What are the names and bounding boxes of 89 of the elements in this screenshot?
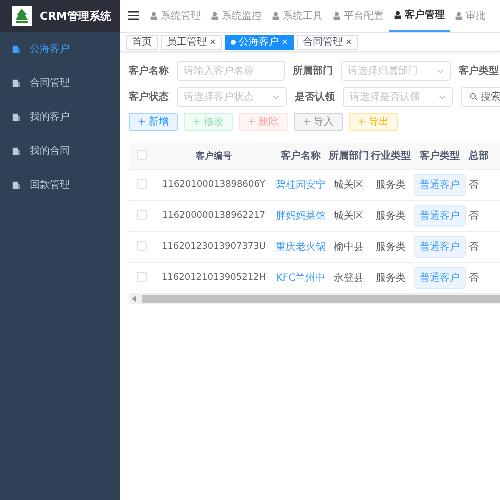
column-header: 客户类型 bbox=[419, 149, 461, 163]
input-field[interactable]: 请输入客户名称 bbox=[177, 61, 285, 81]
customer-link[interactable]: 碧桂园安宁 bbox=[273, 178, 329, 192]
action-icon bbox=[193, 118, 201, 126]
input-field[interactable]: 请选择是否认领 bbox=[343, 87, 453, 107]
type-tag: 普通客户 bbox=[414, 205, 466, 227]
field-label: 所属部门 bbox=[293, 64, 333, 78]
table-cell-text: 城关区 bbox=[333, 210, 365, 223]
column-header: 总部 bbox=[468, 150, 490, 163]
menu-item-icon bbox=[12, 112, 21, 122]
checkbox[interactable] bbox=[137, 240, 147, 250]
table-cell-text: 服务类 bbox=[375, 272, 407, 285]
action-icon bbox=[303, 118, 311, 126]
sidebar-item[interactable]: 合同管理 bbox=[0, 66, 120, 100]
type-tag: 普通客户 bbox=[414, 267, 466, 289]
caret-icon bbox=[273, 94, 280, 100]
page-tab[interactable]: 合同管理 bbox=[297, 34, 358, 50]
sidebar-item[interactable]: 回款管理 bbox=[0, 168, 120, 202]
checkbox[interactable] bbox=[137, 178, 147, 188]
menu-item-icon bbox=[12, 146, 21, 156]
caret-icon bbox=[439, 94, 446, 100]
page-tab[interactable]: 员工管理 bbox=[161, 34, 222, 50]
column-header: 所属部门 bbox=[329, 149, 369, 163]
table-cell-text: 城关区 bbox=[333, 178, 365, 192]
table-cell-text: 否 bbox=[468, 272, 480, 285]
search-icon bbox=[470, 93, 478, 101]
customer-link[interactable]: KFC兰州中 bbox=[273, 271, 329, 285]
nav-tab[interactable]: 审批 bbox=[450, 0, 491, 32]
checkbox[interactable] bbox=[137, 210, 147, 220]
close-icon[interactable] bbox=[210, 39, 216, 45]
scrollbar[interactable] bbox=[129, 294, 500, 304]
menu-icon[interactable] bbox=[128, 11, 139, 21]
column-header: 客户编号 bbox=[195, 150, 233, 162]
table-cell-text: 否 bbox=[468, 210, 480, 223]
menu-item-icon bbox=[12, 78, 21, 88]
table-cell-text: 服务类 bbox=[375, 240, 407, 254]
nav-icon bbox=[333, 12, 341, 20]
action-button[interactable]: 导出 bbox=[349, 113, 398, 131]
nav-icon bbox=[272, 12, 280, 20]
table-cell-text: 否 bbox=[468, 241, 480, 254]
sidebar-item[interactable]: 我的客户 bbox=[0, 100, 120, 134]
table-cell-text: 116200000138962217 bbox=[161, 211, 267, 221]
nav-tab[interactable]: 平台配置 bbox=[328, 0, 389, 32]
page-tab[interactable]: 公海客户 bbox=[225, 34, 294, 50]
customer-link[interactable]: 胖妈妈菜馆 bbox=[273, 209, 329, 223]
type-tag: 普通客户 bbox=[414, 174, 466, 196]
action-button[interactable]: 导入 bbox=[294, 113, 343, 131]
type-tag: 普通客户 bbox=[414, 236, 466, 258]
nav-icon bbox=[211, 12, 219, 20]
table-cell-text: 11620123013907373U bbox=[161, 242, 267, 252]
table-cell-text: 永登县 bbox=[333, 272, 365, 285]
table-cell-text: 服务类 bbox=[375, 210, 407, 223]
action-icon bbox=[138, 118, 146, 126]
table-cell-text: 11620100013898606Y bbox=[162, 180, 266, 190]
app-title: CRM管理系统 bbox=[40, 8, 112, 24]
field-label: 是否认领 bbox=[295, 90, 335, 104]
field-label: 客户名称 bbox=[129, 64, 169, 78]
logo-icon bbox=[12, 6, 32, 26]
scroll-arrow-icon[interactable] bbox=[132, 296, 136, 302]
checkbox[interactable] bbox=[137, 150, 147, 160]
action-icon bbox=[358, 118, 366, 126]
nav-tab[interactable]: 系统工具 bbox=[267, 0, 328, 32]
input-field[interactable]: 请选择客户状态 bbox=[177, 87, 287, 107]
menu-item-icon bbox=[12, 180, 21, 190]
column-header: 行业类型 bbox=[370, 150, 412, 163]
nav-icon bbox=[394, 11, 402, 19]
input-field[interactable]: 请选择归属部门 bbox=[341, 61, 451, 81]
page-tab[interactable]: 首页 bbox=[126, 34, 158, 50]
caret-icon bbox=[437, 68, 444, 74]
table-cell-text: 11620121013905212H bbox=[160, 273, 268, 283]
customer-link[interactable]: 重庆老火锅 bbox=[273, 240, 329, 254]
nav-tab[interactable]: 客户管理 bbox=[389, 0, 450, 32]
field-label: 客户状态 bbox=[129, 90, 169, 104]
sidebar-item[interactable]: 我的合同 bbox=[0, 134, 120, 168]
table-cell-text: 榆中县 bbox=[333, 240, 365, 254]
action-icon bbox=[248, 118, 256, 126]
action-button[interactable]: 新增 bbox=[129, 113, 178, 131]
nav-tab[interactable]: 系统监控 bbox=[206, 0, 267, 32]
column-header: 客户名称 bbox=[280, 149, 322, 163]
nav-icon bbox=[150, 12, 158, 20]
nav-tab[interactable]: 系统管理 bbox=[145, 0, 206, 32]
table-cell-text: 服务类 bbox=[375, 178, 407, 192]
sidebar-item[interactable]: 公海客户 bbox=[0, 32, 120, 66]
close-icon[interactable] bbox=[346, 39, 352, 45]
nav-icon bbox=[455, 12, 463, 20]
menu-item-icon bbox=[12, 44, 21, 54]
checkbox[interactable] bbox=[137, 272, 147, 282]
field-label: 客户类型 bbox=[459, 64, 499, 78]
table-cell-text: 否 bbox=[468, 179, 480, 192]
